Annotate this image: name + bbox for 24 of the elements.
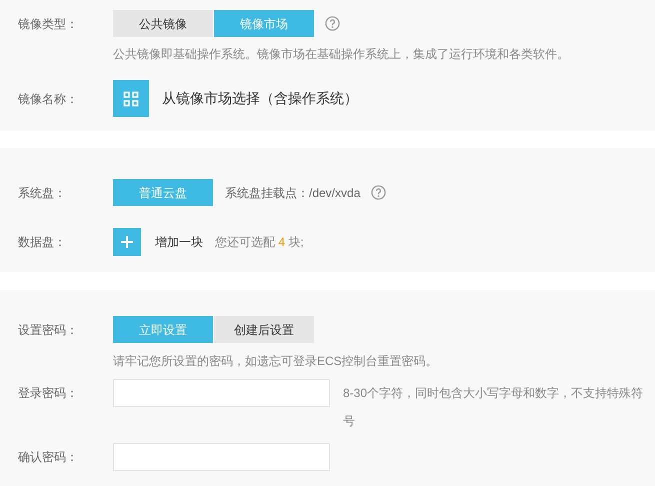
field-label: 镜像名称： bbox=[17, 90, 79, 108]
field-label: 设置密码： bbox=[17, 322, 79, 338]
field-label: 数据盘： bbox=[17, 234, 67, 251]
add-button[interactable] bbox=[113, 228, 141, 256]
description-text: 请牢记您所设置的密码，如遗忘可登录ECS控制台重置密码。 bbox=[112, 353, 439, 370]
description-text: 公共镜像即基础操作系统。镜像市场在基础操作系统上，集成了运行环境和各类软件。 bbox=[112, 46, 570, 63]
field-label: 镜像类型： bbox=[17, 16, 79, 32]
plus-icon bbox=[120, 235, 134, 249]
field-label: 登录密码： bbox=[17, 385, 79, 402]
input-field[interactable] bbox=[113, 443, 330, 471]
field-label: 系统盘： bbox=[17, 184, 67, 202]
mount-point-text: 系统盘挂载点：/dev/xvda bbox=[225, 184, 360, 202]
grid-icon bbox=[123, 90, 139, 106]
password-hint: 8-30个字符，同时包含大小写字母和数字，不支持特殊符号 bbox=[343, 385, 644, 430]
help-icon[interactable] bbox=[371, 185, 386, 200]
input-field[interactable] bbox=[113, 379, 330, 407]
help-icon[interactable] bbox=[325, 16, 340, 31]
grid-button[interactable] bbox=[113, 80, 149, 117]
add-disk-link[interactable]: 增加一块 bbox=[155, 233, 203, 251]
field-label: 确认密码： bbox=[17, 449, 79, 466]
remaining-text: 您还可选配 4 块; bbox=[215, 234, 304, 251]
segment-button[interactable]: 创建后设置 bbox=[214, 316, 314, 343]
segment-button[interactable]: 公共镜像 bbox=[113, 10, 213, 37]
image-select-link[interactable]: 从镜像市场选择（含操作系统） bbox=[162, 88, 358, 109]
